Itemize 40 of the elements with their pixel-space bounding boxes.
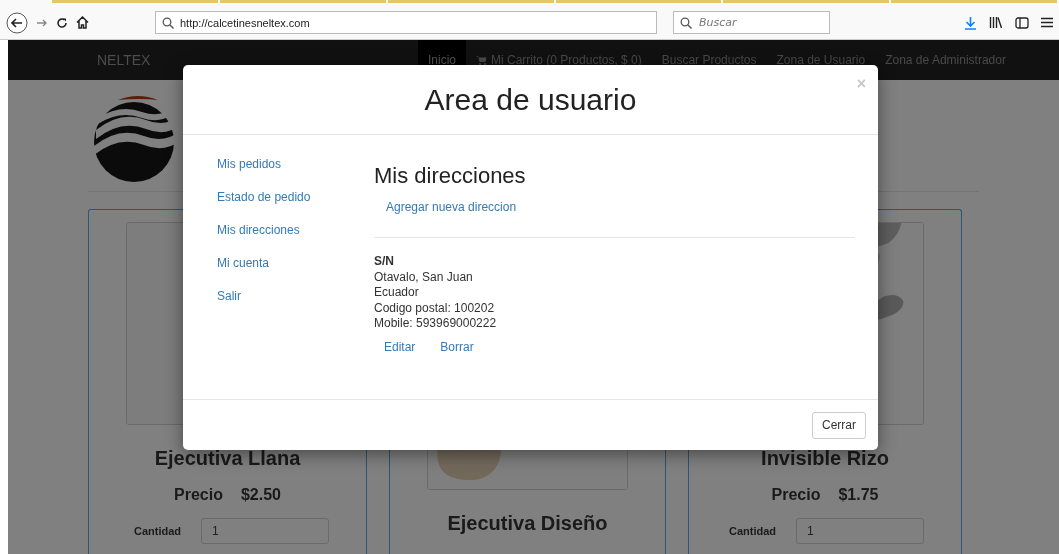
address-action-link[interactable]: Editar [384, 338, 416, 355]
section-title: Mis direcciones [374, 163, 527, 189]
url-text: http://calcetinesneltex.com [180, 16, 310, 29]
menu-link[interactable]: Mi cuenta [217, 255, 270, 271]
download-icon[interactable] [964, 15, 977, 30]
sidebar-icon[interactable] [1015, 16, 1029, 29]
quantity-label: Cantidad [132, 525, 181, 537]
address-bar[interactable]: http://calcetinesneltex.com [155, 11, 657, 34]
search-icon [680, 17, 692, 29]
price-label: Precio [174, 486, 223, 504]
product-title: Invisible Rizo [761, 447, 889, 470]
address-line: Otavalo, San Juan [374, 269, 474, 286]
address-line: Mobile: 593969000222 [374, 316, 498, 332]
add-address-link[interactable]: Agregar nueva direccion [386, 199, 517, 215]
address-line: Ecuador [374, 285, 420, 301]
quantity-label: Cantidad [727, 525, 776, 537]
reload-icon[interactable] [56, 16, 68, 29]
quantity-field[interactable]: 1 [201, 518, 329, 544]
menu-link[interactable]: Mis direcciones [217, 222, 300, 238]
quantity-field[interactable]: 1 [796, 518, 924, 544]
menu-icon[interactable] [1041, 17, 1053, 28]
address-action-link[interactable]: Borrar [440, 338, 474, 355]
menu-link[interactable]: Estado de pedido [217, 189, 311, 205]
menu-link[interactable]: Mis pedidos [217, 156, 282, 172]
product-title: Ejecutiva Diseño [447, 512, 608, 535]
product-title: Ejecutiva Llana [154, 447, 301, 470]
library-icon[interactable] [989, 16, 1003, 29]
price-value: $1.75 [838, 486, 879, 504]
home-icon[interactable] [76, 16, 89, 29]
price-value: $2.50 [240, 486, 281, 504]
cart-icon [476, 55, 487, 65]
close-modal-button[interactable]: Cerrar [812, 411, 866, 439]
menu-link[interactable]: Salir [217, 288, 241, 304]
back-icon[interactable] [6, 11, 28, 34]
price-label: Precio [771, 486, 821, 504]
search-field[interactable]: Buscar [673, 11, 830, 34]
modal-title: Area de usuario [424, 82, 637, 117]
address-name: S/N [374, 254, 395, 270]
address-line: Codigo postal: 100202 [374, 300, 496, 317]
search-icon [162, 16, 174, 29]
